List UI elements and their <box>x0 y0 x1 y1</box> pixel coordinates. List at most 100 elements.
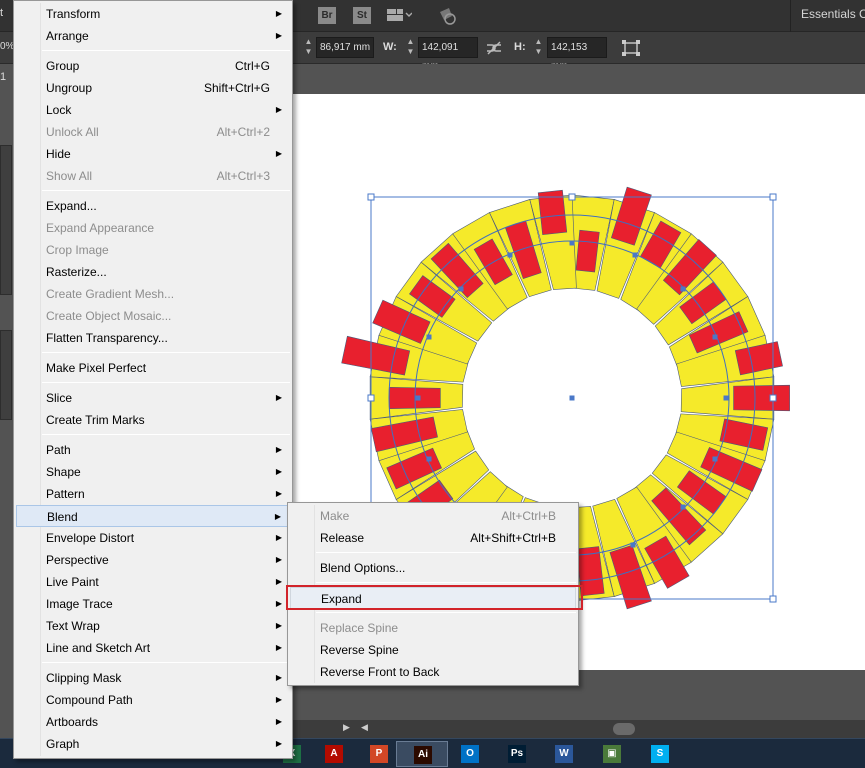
taskbar-app[interactable]: ▣ <box>586 741 638 767</box>
menu-item-text-wrap[interactable]: Text Wrap ▶ <box>16 615 290 637</box>
menu-item-label: Transform <box>46 7 101 21</box>
blend-segment-red <box>733 384 790 412</box>
anchor-point <box>630 542 636 548</box>
menu-item-live-paint[interactable]: Live Paint ▶ <box>16 571 290 593</box>
anchor-point <box>569 395 575 401</box>
menu-separator <box>316 612 576 613</box>
menu-separator <box>316 582 576 583</box>
selection-handle <box>367 394 375 402</box>
menu-item-label: Create Trim Marks <box>46 413 145 427</box>
menu-item-transform[interactable]: Transform ▶ <box>16 3 290 25</box>
submenu-arrow-icon: ▶ <box>275 717 282 726</box>
menu-item-expand[interactable]: Expand... <box>16 195 290 217</box>
menu-item-line-and-sketch-art[interactable]: Line and Sketch Art ▶ <box>16 637 290 659</box>
menu-item-create-gradient-mesh[interactable]: Create Gradient Mesh... <box>16 283 290 305</box>
menu-item-show-all[interactable]: Show All Alt+Ctrl+3 <box>16 165 290 187</box>
menu-separator <box>42 190 290 191</box>
menu-item-lock[interactable]: Lock ▶ <box>16 99 290 121</box>
menu-item-blend[interactable]: Blend ▶ <box>16 505 290 527</box>
menu-item-label: Unlock All <box>46 125 99 139</box>
blend-menu-item-expand[interactable]: Expand <box>290 587 576 609</box>
menu-item-label: Flatten Transparency... <box>46 331 168 345</box>
taskbar-app[interactable]: S <box>634 741 686 767</box>
menu-item-label: Clipping Mask <box>46 671 122 685</box>
menu-item-image-trace[interactable]: Image Trace ▶ <box>16 593 290 615</box>
menu-item-pattern[interactable]: Pattern ▶ <box>16 483 290 505</box>
menu-item-expand-appearance[interactable]: Expand Appearance <box>16 217 290 239</box>
menu-item-arrange[interactable]: Arrange ▶ <box>16 25 290 47</box>
menu-item-compound-path[interactable]: Compound Path ▶ <box>16 689 290 711</box>
menu-item-label: Path <box>46 443 71 457</box>
menu-item-create-trim-marks[interactable]: Create Trim Marks <box>16 409 290 431</box>
menu-item-flatten-transparency[interactable]: Flatten Transparency... <box>16 327 290 349</box>
menu-item-path[interactable]: Path ▶ <box>16 439 290 461</box>
anchor-point <box>680 504 686 510</box>
menu-item-clipping-mask[interactable]: Clipping Mask ▶ <box>16 667 290 689</box>
menu-item-ungroup[interactable]: Ungroup Shift+Ctrl+G <box>16 77 290 99</box>
menu-item-label: Create Gradient Mesh... <box>46 287 175 301</box>
submenu-arrow-icon: ▶ <box>275 577 282 586</box>
blend-submenu: Make Alt+Ctrl+B Release Alt+Shift+Ctrl+B Ble… <box>287 502 579 686</box>
menu-item-create-object-mosaic[interactable]: Create Object Mosaic... <box>16 305 290 327</box>
illustrator-icon: Ai <box>414 746 432 764</box>
menu-item-perspective[interactable]: Perspective ▶ <box>16 549 290 571</box>
menu-item-envelope-distort[interactable]: Envelope Distort ▶ <box>16 527 290 549</box>
blend-menu-item-make[interactable]: Make Alt+Ctrl+B <box>290 505 576 527</box>
menu-item-unlock-all[interactable]: Unlock All Alt+Ctrl+2 <box>16 121 290 143</box>
menu-item-label: Arrange <box>46 29 89 43</box>
blend-menu-item-blend-options[interactable]: Blend Options... <box>290 557 576 579</box>
object-menu: Transform ▶ Arrange ▶ Group Ctrl+G Ungroup Shif… <box>13 0 293 759</box>
menu-item-label: Blend <box>47 510 78 524</box>
blend-menu-item-reverse-spine[interactable]: Reverse Spine <box>290 639 576 661</box>
menu-item-hide[interactable]: Hide ▶ <box>16 143 290 165</box>
blend-menu-item-reverse-front-to-back[interactable]: Reverse Front to Back <box>290 661 576 683</box>
selection-handle <box>367 193 375 201</box>
selection-handle <box>769 193 777 201</box>
menu-item-label: Text Wrap <box>46 619 100 633</box>
submenu-arrow-icon: ▶ <box>275 149 282 158</box>
menu-item-label: Graph <box>46 737 80 751</box>
menu-item-shape[interactable]: Shape ▶ <box>16 461 290 483</box>
anchor-point <box>415 395 421 401</box>
taskbar-app[interactable]: Ai <box>396 741 448 767</box>
horizontal-scrollbar[interactable]: ▶ ◀ <box>293 720 865 738</box>
menu-item-label: Lock <box>46 103 72 117</box>
menu-item-slice[interactable]: Slice ▶ <box>16 387 290 409</box>
photoshop-icon: Ps <box>508 745 526 763</box>
submenu-arrow-icon: ▶ <box>275 467 282 476</box>
submenu-arrow-icon: ▶ <box>275 643 282 652</box>
menu-item-artboards[interactable]: Artboards ▶ <box>16 711 290 733</box>
taskbar-app[interactable]: W <box>538 741 590 767</box>
menu-item-crop-image[interactable]: Crop Image <box>16 239 290 261</box>
scroll-left-icon[interactable]: ◀ <box>361 722 368 733</box>
menu-item-label: Slice <box>46 391 73 405</box>
scroll-right-icon[interactable]: ▶ <box>343 722 350 733</box>
submenu-arrow-icon: ▶ <box>275 695 282 704</box>
taskbar-app[interactable]: O <box>444 741 496 767</box>
taskbar-app[interactable]: Ps <box>491 741 543 767</box>
anchor-point <box>426 456 432 462</box>
menu-item-label: Blend Options... <box>320 561 406 575</box>
word-icon: W <box>555 745 573 763</box>
submenu-arrow-icon: ▶ <box>275 555 282 564</box>
scroll-thumb[interactable] <box>613 723 635 735</box>
blend-menu-item-replace-spine[interactable]: Replace Spine <box>290 617 576 639</box>
blend-menu-item-release[interactable]: Release Alt+Shift+Ctrl+B <box>290 527 576 549</box>
submenu-arrow-icon: ▶ <box>274 512 281 521</box>
menu-item-label: Create Object Mosaic... <box>46 309 172 323</box>
menu-item-label: Envelope Distort <box>46 531 135 545</box>
menu-item-make-pixel-perfect[interactable]: Make Pixel Perfect <box>16 357 290 379</box>
menu-item-graph[interactable]: Graph ▶ <box>16 733 290 755</box>
menu-item-label: Expand Appearance <box>46 221 155 235</box>
anchor-point <box>569 240 575 246</box>
anchor-point <box>458 286 464 292</box>
submenu-arrow-icon: ▶ <box>275 31 282 40</box>
menu-separator <box>316 552 576 553</box>
menu-item-label: Line and Sketch Art <box>46 641 151 655</box>
menu-item-shortcut: Shift+Ctrl+G <box>203 81 270 95</box>
anchor-point <box>712 334 718 340</box>
menu-item-label: Release <box>320 531 365 545</box>
menu-item-rasterize[interactable]: Rasterize... <box>16 261 290 283</box>
menu-separator <box>42 382 290 383</box>
menu-item-group[interactable]: Group Ctrl+G <box>16 55 290 77</box>
